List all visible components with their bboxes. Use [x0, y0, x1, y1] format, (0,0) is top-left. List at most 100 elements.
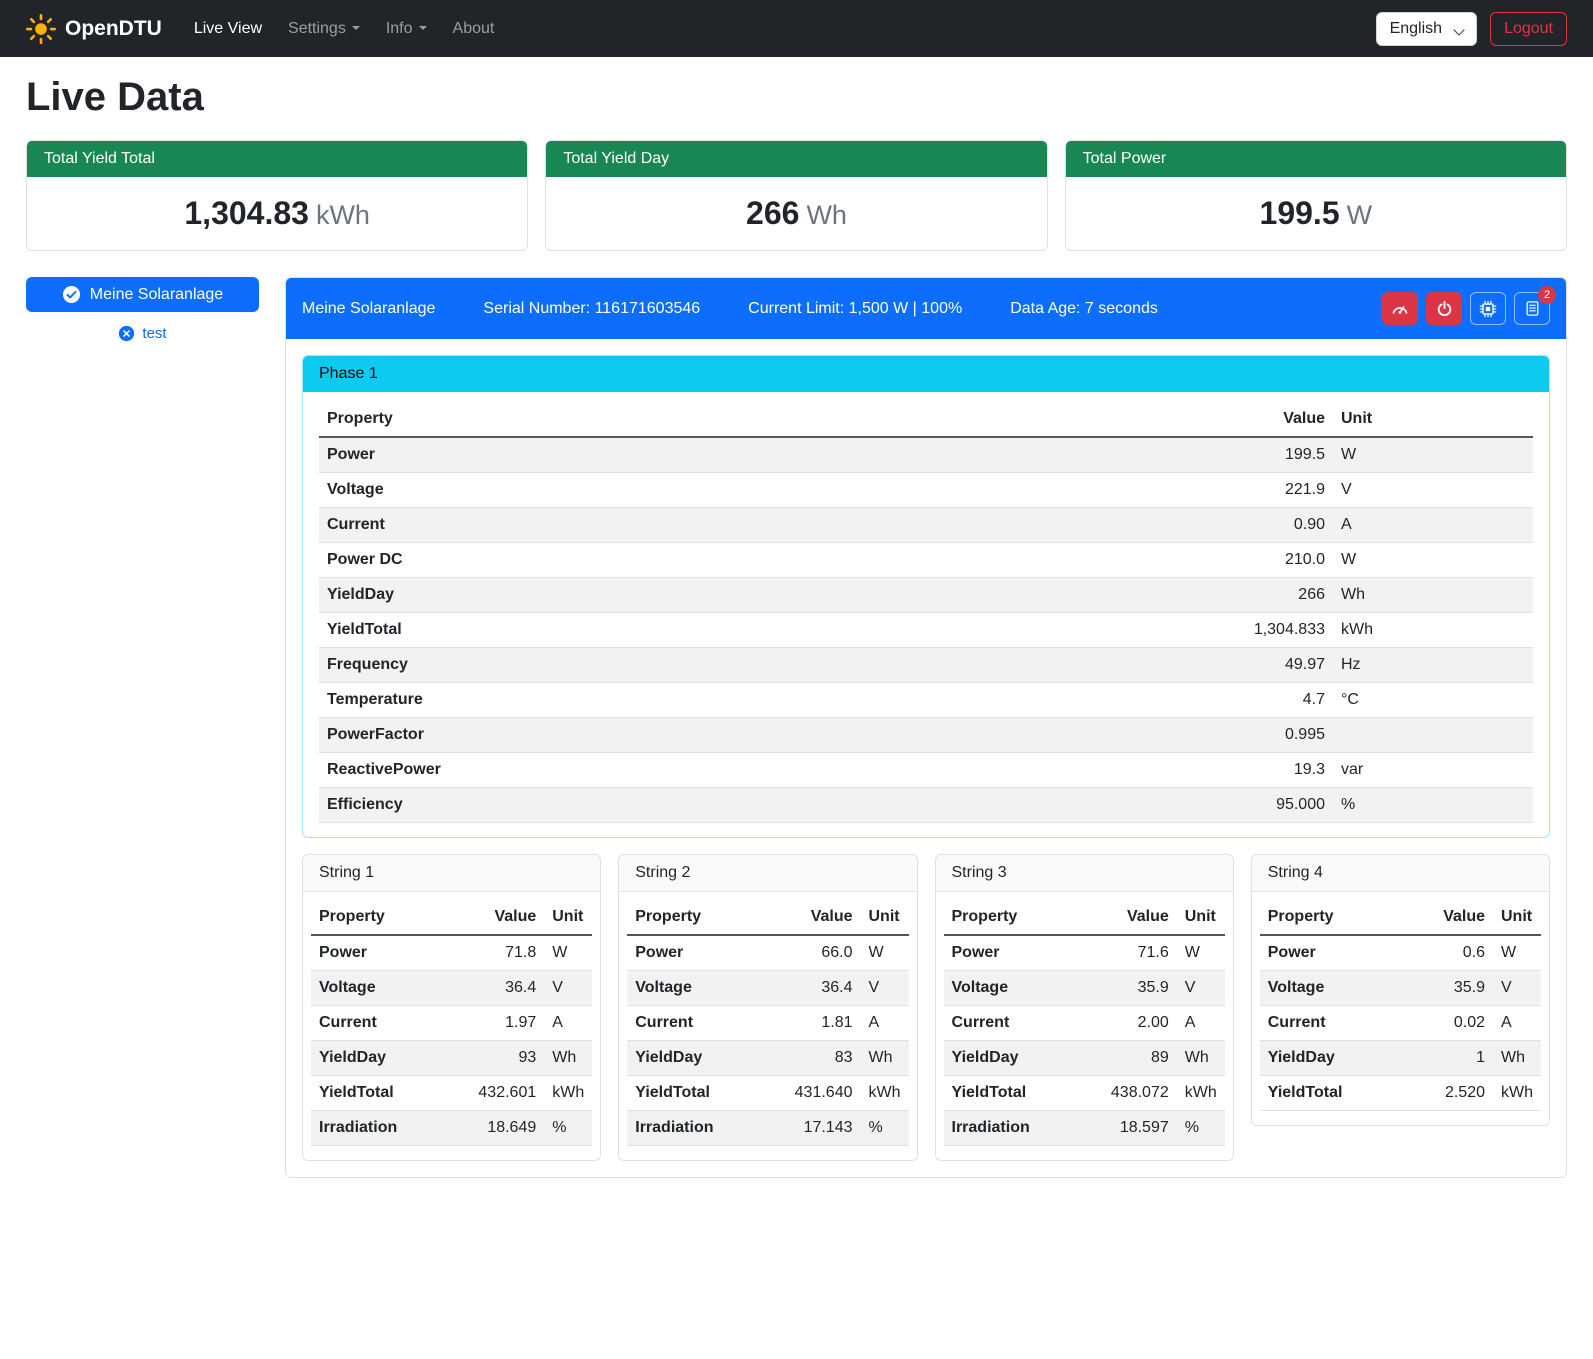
table-row: PowerFactor0.995: [319, 718, 1533, 753]
string-table: Property Value Unit Power0.6WVoltage35.9…: [1260, 900, 1541, 1111]
language-select[interactable]: English: [1376, 12, 1477, 46]
sun-icon: [26, 14, 56, 44]
nav-item-settings[interactable]: Settings: [278, 12, 370, 46]
check-circle-icon: [62, 285, 81, 304]
nav-item-about[interactable]: About: [443, 12, 505, 46]
string-card-header: String 2: [619, 855, 916, 892]
x-circle-icon: [118, 325, 135, 342]
card-unit: kWh: [316, 200, 370, 230]
table-row: YieldTotal431.640kWh: [627, 1076, 908, 1111]
page-title: Live Data: [26, 75, 1567, 120]
table-row: Power199.5W: [319, 437, 1533, 473]
string-card-1: String 1 Property Value Unit: [302, 854, 601, 1161]
nav-item-label: Settings: [288, 20, 346, 37]
string-card-body: Property Value Unit Power66.0WVoltage36.…: [619, 892, 916, 1160]
string-card-body: Property Value Unit Power71.8WVoltage36.…: [303, 892, 600, 1160]
chevron-down-icon: [419, 26, 427, 30]
table-row: Current0.90A: [319, 508, 1533, 543]
nav-item-live-view[interactable]: Live View: [184, 12, 272, 46]
limit-settings-button[interactable]: [1382, 292, 1418, 325]
logout-button[interactable]: Logout: [1490, 12, 1567, 46]
inverter-panel: Meine Solaranlage Serial Number: 1161716…: [285, 277, 1567, 1178]
card-unit: Wh: [806, 200, 847, 230]
table-row: Power71.6W: [944, 935, 1225, 971]
table-row: Irradiation18.649%: [311, 1111, 592, 1146]
total-yield-day-card: Total Yield Day 266Wh: [545, 140, 1047, 251]
card-body: 199.5W: [1066, 177, 1566, 250]
journal-icon: [1524, 300, 1541, 317]
table-row: YieldTotal438.072kWh: [944, 1076, 1225, 1111]
string-card-header: String 1: [303, 855, 600, 892]
table-row: YieldDay1Wh: [1260, 1041, 1541, 1076]
table-row: ReactivePower19.3var: [319, 753, 1533, 788]
col-unit: Unit: [1333, 402, 1533, 437]
table-row: Irradiation18.597%: [944, 1111, 1225, 1146]
phase-card-header: Phase 1: [303, 356, 1549, 392]
col-value: Value: [466, 900, 544, 935]
table-row: YieldTotal1,304.833kWh: [319, 613, 1533, 648]
nav-item-info[interactable]: Info: [376, 12, 437, 46]
phase-card-body: Property Value Unit Power199.5WVoltage22…: [303, 392, 1549, 837]
brand[interactable]: OpenDTU: [26, 14, 162, 44]
language-select-value: English: [1390, 20, 1442, 37]
event-count-badge: 2: [1538, 286, 1556, 304]
table-row: Current1.97A: [311, 1006, 592, 1041]
table-row: Voltage36.4V: [311, 971, 592, 1006]
sidebar-item-test[interactable]: test: [118, 325, 166, 342]
inverter-panel-body: Phase 1 Property Value Unit Power199.5WV…: [286, 339, 1566, 1177]
data-age: Data Age: 7 seconds: [1010, 300, 1158, 318]
inverter-select-label: Meine Solaranlage: [90, 286, 223, 304]
table-row: Voltage35.9V: [1260, 971, 1541, 1006]
col-value: Value: [1415, 900, 1493, 935]
card-body: 1,304.83kWh: [27, 177, 527, 250]
nav-links: Live View Settings Info About: [184, 12, 1376, 46]
table-header-row: Property Value Unit: [627, 900, 908, 935]
cpu-icon: [1479, 300, 1497, 318]
table-header-row: Property Value Unit: [944, 900, 1225, 935]
current-limit: Current Limit: 1,500 W | 100%: [748, 300, 962, 318]
col-property: Property: [944, 900, 1099, 935]
string-card-3: String 3 Property Value Unit: [935, 854, 1234, 1161]
col-property: Property: [319, 402, 926, 437]
string-card-header: String 3: [936, 855, 1233, 892]
card-body: 266Wh: [546, 177, 1046, 250]
strings-row: String 1 Property Value Unit: [302, 854, 1550, 1161]
table-row: Power71.8W: [311, 935, 592, 971]
event-log-button[interactable]: 2: [1514, 292, 1550, 325]
col-unit: Unit: [1177, 900, 1225, 935]
device-info-button[interactable]: [1470, 292, 1506, 325]
inverter-select-button[interactable]: Meine Solaranlage: [26, 277, 259, 312]
serial-number: Serial Number: 116171603546: [483, 300, 700, 318]
string-card-4: String 4 Property Value Unit: [1251, 854, 1550, 1126]
chevron-down-icon: [352, 26, 360, 30]
power-button[interactable]: [1426, 292, 1462, 325]
chevron-down-icon: [1453, 24, 1464, 35]
card-value: 266: [746, 195, 799, 231]
string-table: Property Value Unit Power66.0WVoltage36.…: [627, 900, 908, 1146]
card-header: Total Power: [1066, 141, 1566, 177]
string-card-2: String 2 Property Value Unit: [618, 854, 917, 1161]
table-row: Voltage35.9V: [944, 971, 1225, 1006]
string-card-body: Property Value Unit Power71.6WVoltage35.…: [936, 892, 1233, 1160]
col-value: Value: [783, 900, 861, 935]
string-card-header: String 4: [1252, 855, 1549, 892]
table-row: Power DC210.0W: [319, 543, 1533, 578]
summary-row: Total Yield Total 1,304.83kWh Total Yiel…: [26, 140, 1567, 251]
table-row: Frequency49.97Hz: [319, 648, 1533, 683]
phase-table: Property Value Unit Power199.5WVoltage22…: [319, 402, 1533, 823]
content: Meine Solaranlage test Meine Solaranlage…: [26, 277, 1567, 1178]
navbar: OpenDTU Live View Settings Info About En…: [0, 0, 1593, 57]
table-row: Temperature4.7°C: [319, 683, 1533, 718]
table-row: YieldTotal2.520kWh: [1260, 1076, 1541, 1111]
power-icon: [1436, 300, 1453, 317]
card-unit: W: [1347, 200, 1372, 230]
table-header-row: Property Value Unit: [319, 402, 1533, 437]
table-row: Current2.00A: [944, 1006, 1225, 1041]
card-value: 199.5: [1260, 195, 1340, 231]
inverter-name: Meine Solaranlage: [302, 300, 435, 318]
col-unit: Unit: [544, 900, 592, 935]
table-row: Voltage221.9V: [319, 473, 1533, 508]
card-value: 1,304.83: [184, 195, 309, 231]
string-table: Property Value Unit Power71.6WVoltage35.…: [944, 900, 1225, 1146]
col-unit: Unit: [1493, 900, 1541, 935]
